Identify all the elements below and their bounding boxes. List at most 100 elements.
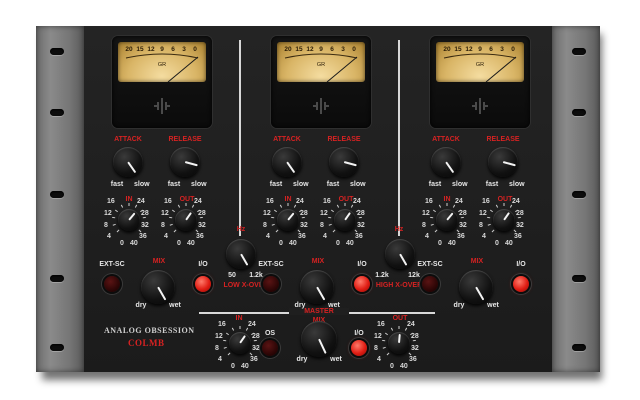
mix-knob[interactable] bbox=[141, 270, 175, 304]
scale-tick bbox=[404, 327, 408, 331]
scale-tick bbox=[195, 229, 199, 233]
master-in-scale-tick-label: 32 bbox=[252, 345, 260, 352]
output-gain-scale-tick-label: 12 bbox=[320, 210, 328, 217]
output-gain-scale-tick-label: 40 bbox=[505, 240, 513, 247]
release-knob[interactable] bbox=[329, 147, 359, 177]
ext-sc-button[interactable] bbox=[104, 276, 120, 292]
mix-knob[interactable] bbox=[459, 270, 493, 304]
gr-scale-label: 15 bbox=[295, 46, 303, 53]
output-gain-scale-tick-label: 36 bbox=[355, 233, 363, 240]
input-gain-knob[interactable] bbox=[118, 209, 140, 231]
scale-tick bbox=[332, 229, 336, 233]
release-slow-label: slow bbox=[509, 181, 525, 188]
attack-slow-label: slow bbox=[452, 181, 468, 188]
brand-name: ANALOG OBSESSION bbox=[104, 326, 195, 335]
scale-tick bbox=[432, 209, 436, 213]
input-gain-scale-tick-label: 8 bbox=[104, 222, 108, 229]
gr-scale-label: 3 bbox=[500, 46, 504, 53]
knob-pointer bbox=[157, 286, 167, 301]
attack-knob[interactable] bbox=[272, 147, 302, 177]
attack-fast-label: fast bbox=[269, 181, 283, 188]
brand-logo-icon bbox=[154, 98, 170, 114]
gr-scale-label: 6 bbox=[330, 46, 334, 53]
master-out-knob[interactable] bbox=[388, 332, 410, 354]
scale-tick bbox=[386, 352, 390, 356]
model-name: COLMB bbox=[128, 338, 165, 348]
scale-tick bbox=[138, 229, 142, 233]
scale-tick bbox=[227, 352, 231, 356]
attack-knob[interactable] bbox=[113, 147, 143, 177]
rack-screw-slot bbox=[50, 48, 64, 55]
scale-tick bbox=[249, 352, 253, 356]
scale-tick bbox=[279, 204, 283, 208]
output-gain-scale-tick-label: 16 bbox=[482, 198, 490, 205]
high-xover-max-label: 12k bbox=[408, 272, 420, 279]
output-gain-knob[interactable] bbox=[175, 209, 197, 231]
gr-meter-scale: 20 15 12 9 6 3 0 GR bbox=[284, 46, 358, 82]
gr-scale-label: 9 bbox=[319, 46, 323, 53]
input-gain-scale-tick-label: 4 bbox=[107, 233, 111, 240]
attack-label: ATTACK bbox=[432, 136, 460, 143]
master-out-scale-tick-label: 4 bbox=[377, 356, 381, 363]
ext-sc-button[interactable] bbox=[422, 276, 438, 292]
output-gain-scale-tick-label: 8 bbox=[161, 222, 165, 229]
gr-scale-label: 15 bbox=[136, 46, 144, 53]
input-gain-label: IN bbox=[443, 196, 451, 203]
input-gain-knob[interactable] bbox=[277, 209, 299, 231]
input-gain-scale-tick-label: 12 bbox=[263, 210, 271, 217]
attack-knob[interactable] bbox=[431, 147, 461, 177]
ext-sc-label: EXT-SC bbox=[99, 261, 125, 268]
scale-tick bbox=[171, 209, 175, 213]
output-gain-scale-tick-label: 0 bbox=[336, 240, 340, 247]
io-button[interactable] bbox=[513, 276, 529, 292]
low-xover-hz-label: Hz bbox=[236, 226, 246, 233]
mix-wet-label: wet bbox=[169, 302, 181, 309]
attack-slow-label: slow bbox=[134, 181, 150, 188]
io-label: I/O bbox=[198, 261, 208, 268]
attack-slow-label: slow bbox=[293, 181, 309, 188]
input-gain-scale-tick-label: 4 bbox=[425, 233, 429, 240]
output-gain-knob[interactable] bbox=[493, 209, 515, 231]
gr-meter-needle bbox=[167, 56, 199, 82]
input-gain-scale-tick-label: 32 bbox=[300, 222, 308, 229]
gr-scale-label: 0 bbox=[352, 46, 356, 53]
output-gain-scale-tick-label: 4 bbox=[482, 233, 486, 240]
rack-screw-slot bbox=[572, 109, 586, 116]
master-io-button[interactable] bbox=[351, 340, 367, 356]
low-crossover-knob[interactable] bbox=[226, 239, 256, 269]
input-gain-knob[interactable] bbox=[436, 209, 458, 231]
master-in-knob[interactable] bbox=[229, 332, 251, 354]
output-gain-scale-tick-label: 24 bbox=[512, 198, 520, 205]
knob-pointer bbox=[445, 161, 455, 174]
mix-knob[interactable] bbox=[300, 270, 334, 304]
output-gain-knob[interactable] bbox=[334, 209, 356, 231]
input-gain-scale-tick-label: 36 bbox=[139, 233, 147, 240]
io-label: I/O bbox=[516, 261, 526, 268]
release-label: RELEASE bbox=[327, 136, 361, 143]
input-gain-scale-tick-label: 24 bbox=[296, 198, 304, 205]
high-xover-hz-label: Hz bbox=[394, 226, 404, 233]
release-knob[interactable] bbox=[488, 147, 518, 177]
release-knob[interactable] bbox=[170, 147, 200, 177]
io-button[interactable] bbox=[195, 276, 211, 292]
os-button[interactable] bbox=[262, 340, 278, 356]
ext-sc-label: EXT-SC bbox=[417, 261, 443, 268]
scale-tick bbox=[169, 223, 173, 226]
output-gain-scale-tick-label: 16 bbox=[164, 198, 172, 205]
ext-sc-button[interactable] bbox=[263, 276, 279, 292]
scale-tick bbox=[509, 204, 513, 208]
gr-meter-face: 20 15 12 9 6 3 0 GR bbox=[277, 42, 365, 82]
input-gain-scale-tick-label: 28 bbox=[300, 210, 308, 217]
scale-tick bbox=[225, 332, 229, 336]
output-gain-scale-tick-label: 0 bbox=[495, 240, 499, 247]
master-mix-knob[interactable] bbox=[301, 321, 337, 357]
input-gain-scale-tick-label: 36 bbox=[457, 233, 465, 240]
high-crossover-knob[interactable] bbox=[385, 239, 415, 269]
input-gain-scale-tick-label: 0 bbox=[120, 240, 124, 247]
input-gain-scale-tick-label: 16 bbox=[266, 198, 274, 205]
input-gain-scale-tick-label: 16 bbox=[107, 198, 115, 205]
knob-pointer bbox=[316, 286, 326, 301]
io-button[interactable] bbox=[354, 276, 370, 292]
gr-scale-label: 12 bbox=[306, 46, 314, 53]
rack-ear-left bbox=[36, 26, 84, 372]
